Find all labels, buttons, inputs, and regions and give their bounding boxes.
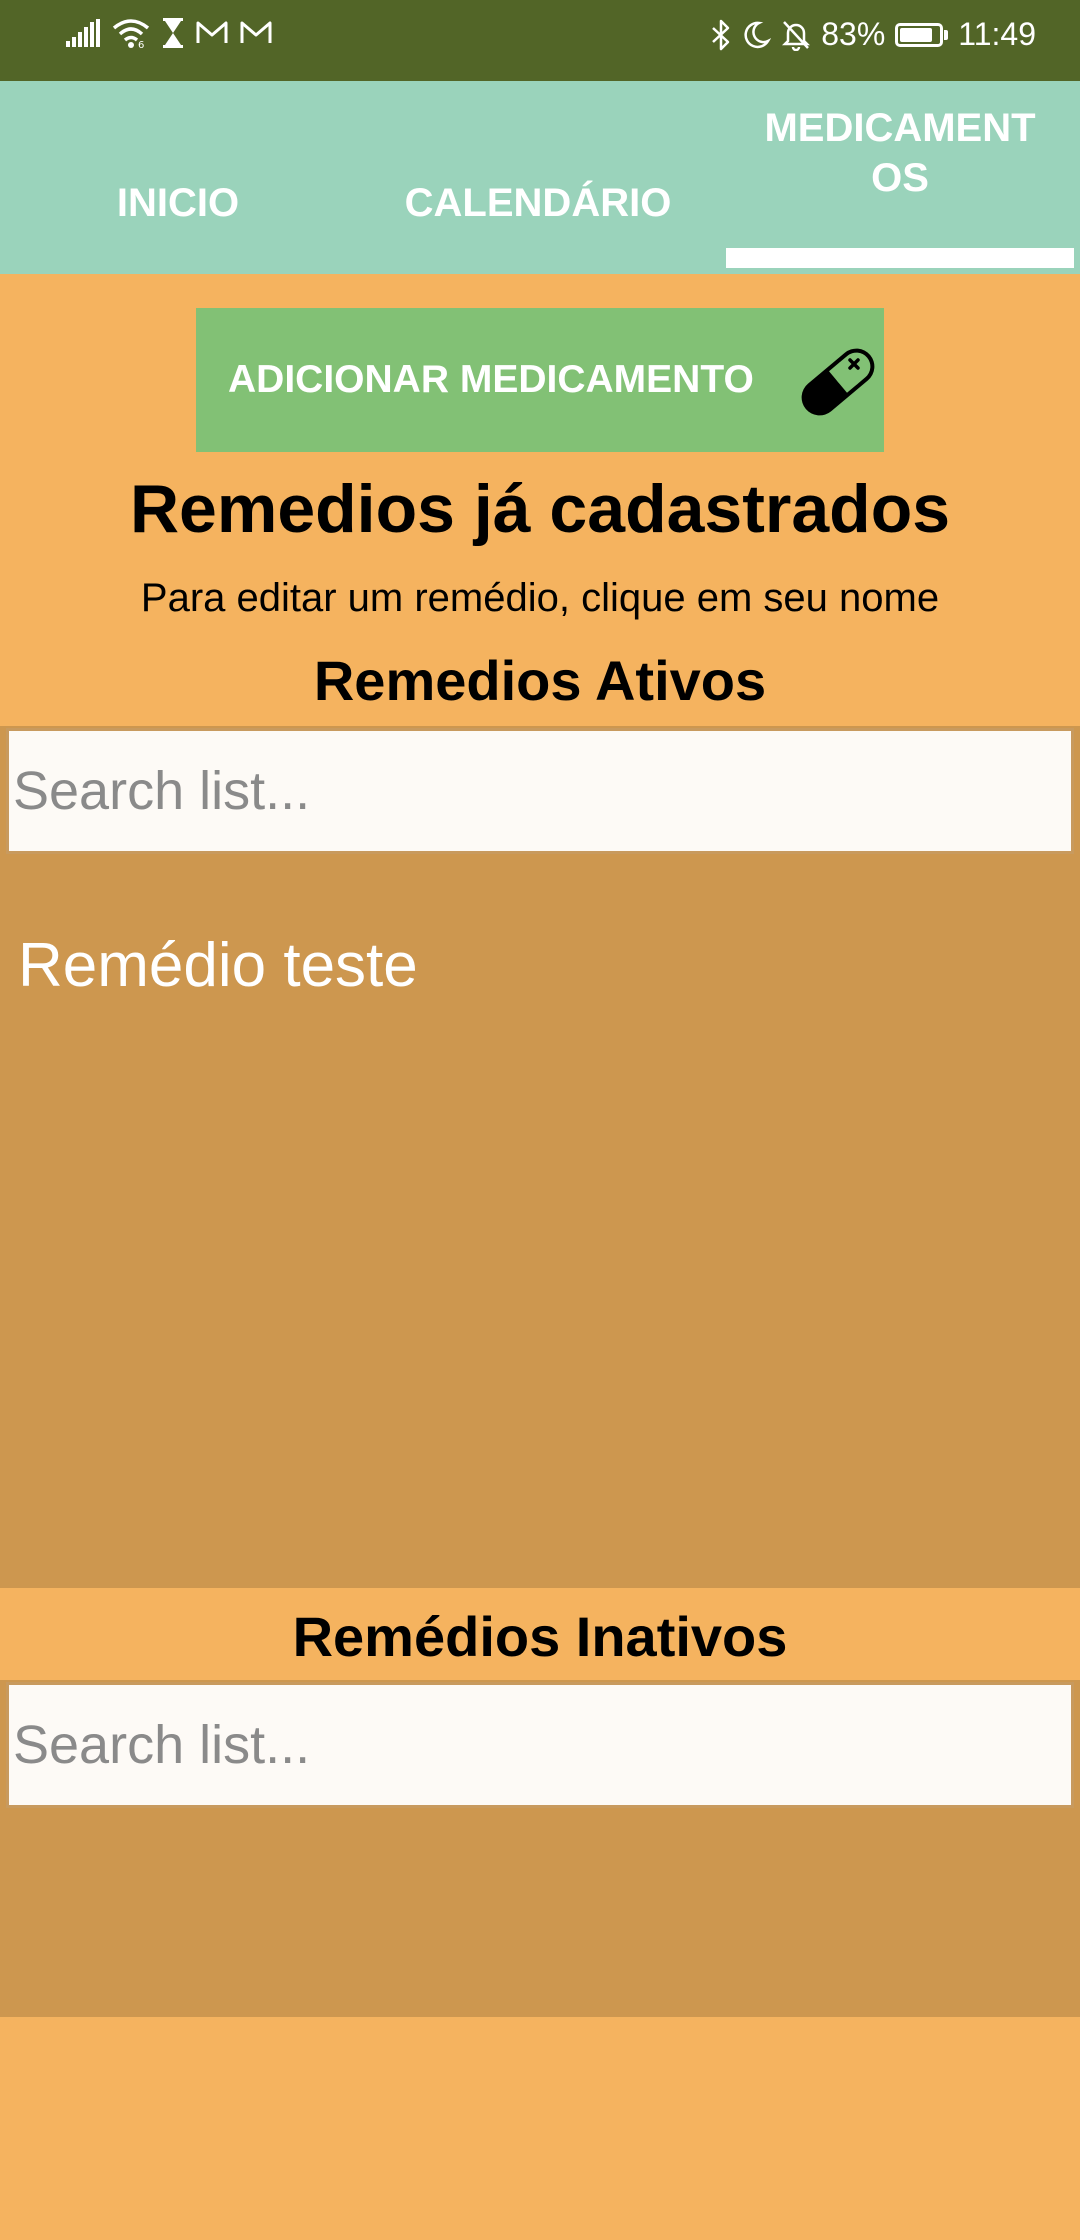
status-bar: 6 83% 11:49 xyxy=(0,0,1080,81)
page-title: Remedios já cadastrados xyxy=(129,471,951,547)
tab-inicio[interactable]: INICIO xyxy=(0,81,356,274)
tab-medicamentos-label: MEDICAMENT OS xyxy=(764,106,1036,200)
page-hint: Para editar um remédio, clique em seu no… xyxy=(140,576,940,620)
bluetooth-icon xyxy=(711,19,731,51)
svg-text:6: 6 xyxy=(138,40,144,48)
mail-icon xyxy=(196,21,228,45)
status-left-icons: 6 xyxy=(66,18,272,48)
signal-icon xyxy=(66,19,100,47)
tab-calendario[interactable]: CALENDÁRIO xyxy=(356,81,720,274)
hourglass-icon xyxy=(162,18,184,48)
tab-medicamentos[interactable]: MEDICAMENT OS xyxy=(720,81,1080,274)
active-medications-list xyxy=(0,726,1080,1588)
tab-calendario-label: CALENDÁRIO xyxy=(404,180,672,225)
clock-time: 11:49 xyxy=(958,16,1036,52)
tab-bar: INICIO CALENDÁRIO MEDICAMENT OS xyxy=(0,81,1080,274)
list-item[interactable]: Remédio teste xyxy=(18,930,418,1001)
moon-icon xyxy=(741,20,772,50)
tab-selected-indicator xyxy=(726,248,1074,268)
inactive-search-input[interactable] xyxy=(6,1682,1074,1808)
add-medication-button[interactable]: ADICIONAR MEDICAMENTO xyxy=(196,308,884,452)
active-section-title: Remedios Ativos xyxy=(313,649,767,712)
inactive-section-title: Remédios Inativos xyxy=(292,1605,788,1668)
battery-icon xyxy=(895,22,949,47)
wifi-icon: 6 xyxy=(112,18,150,48)
mail-icon xyxy=(240,21,272,45)
pill-icon xyxy=(790,334,886,433)
battery-percent: 83% xyxy=(821,16,886,52)
tab-inicio-label: INICIO xyxy=(116,180,240,225)
status-right-icons: 83% 11:49 xyxy=(711,16,1036,53)
notifications-off-icon xyxy=(781,19,811,51)
active-search-input[interactable] xyxy=(6,728,1074,854)
add-medication-label: ADICIONAR MEDICAMENTO xyxy=(228,358,754,401)
